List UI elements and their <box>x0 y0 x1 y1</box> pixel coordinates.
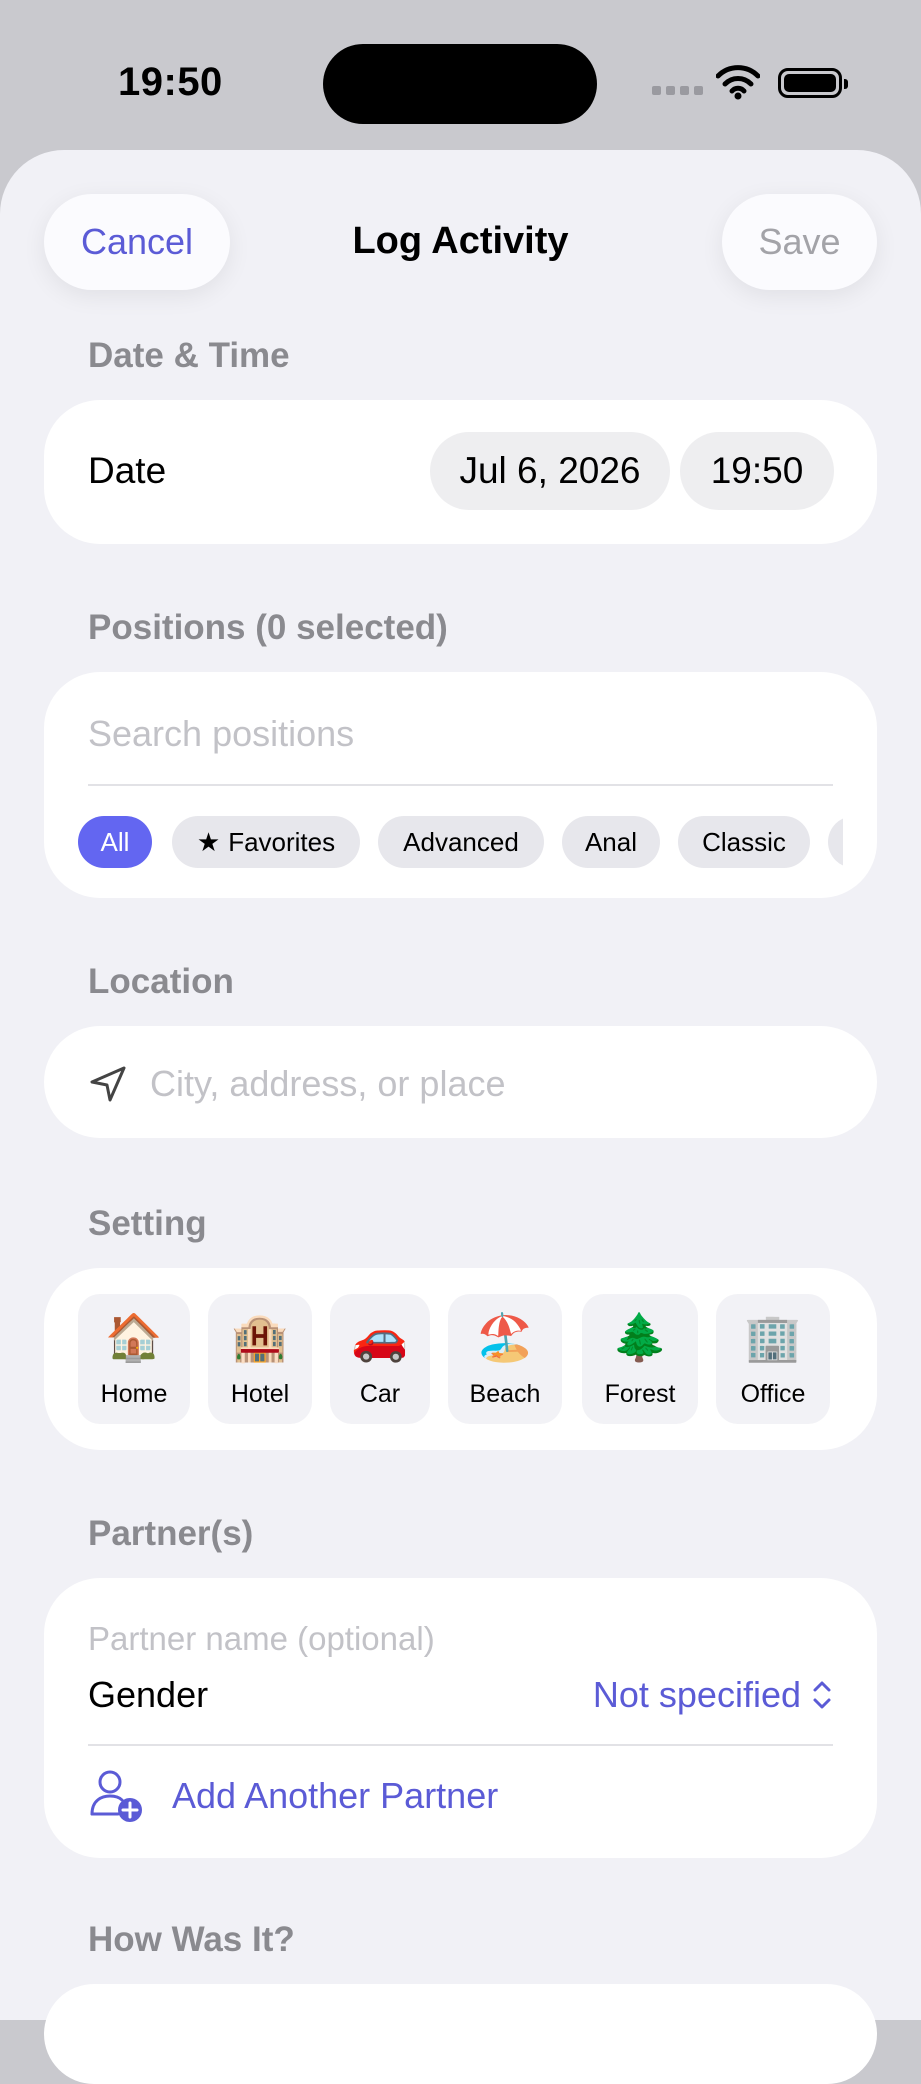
gender-value: Not specified <box>592 1674 801 1715</box>
partner-name-input[interactable] <box>88 1614 828 1664</box>
gender-label: Gender <box>88 1674 209 1715</box>
location-arrow-icon <box>90 1066 126 1102</box>
section-header-location: Location <box>88 962 234 1001</box>
setting-label: Office <box>740 1380 806 1408</box>
divider <box>88 1744 833 1746</box>
house-icon: 🏠 <box>105 1311 163 1363</box>
chevron-up-down-icon <box>813 1681 831 1709</box>
setting-forest[interactable]: 🌲 Forest <box>582 1294 698 1424</box>
section-header-partners: Partner(s) <box>88 1514 254 1553</box>
cellular-signal-icon <box>652 86 703 95</box>
setting-label: Beach <box>469 1380 541 1408</box>
date-label: Date <box>88 450 167 491</box>
chip-favorites-label: Favorites <box>228 826 336 857</box>
chip-more[interactable] <box>828 816 843 868</box>
location-card <box>44 1026 877 1138</box>
setting-hotel[interactable]: 🏨 Hotel <box>208 1294 312 1424</box>
setting-beach[interactable]: 🏖️ Beach <box>448 1294 562 1424</box>
setting-car[interactable]: 🚗 Car <box>330 1294 430 1424</box>
setting-office[interactable]: 🏢 Office <box>716 1294 830 1424</box>
time-picker-button[interactable]: 19:50 <box>680 432 834 510</box>
chip-classic[interactable]: Classic <box>678 816 810 868</box>
star-icon: ★ <box>196 826 221 857</box>
chip-anal[interactable]: Anal <box>562 816 660 868</box>
search-positions-input[interactable] <box>88 704 833 764</box>
dynamic-island <box>323 44 597 124</box>
setting-label: Forest <box>604 1380 676 1408</box>
status-bar: 19:50 <box>0 0 921 150</box>
log-activity-sheet: Cancel Log Activity Save Date & Time Dat… <box>0 150 921 2084</box>
beach-umbrella-icon: 🏖️ <box>476 1311 534 1363</box>
setting-home[interactable]: 🏠 Home <box>78 1294 190 1424</box>
chip-favorites[interactable]: ★ Favorites <box>172 816 360 868</box>
gender-picker[interactable]: Not specified <box>593 1674 833 1716</box>
section-header-positions: Positions (0 selected) <box>88 608 448 647</box>
setting-label: Home <box>100 1380 168 1408</box>
date-picker-button[interactable]: Jul 6, 2026 <box>430 432 670 510</box>
wifi-icon <box>716 65 760 100</box>
section-header-how-was-it: How Was It? <box>88 1920 295 1959</box>
date-time-card: Date Jul 6, 2026 19:50 <box>44 400 877 544</box>
chip-all[interactable]: All <box>78 816 152 868</box>
positions-card: All ★Favorites Advanced Anal Classic <box>44 672 877 898</box>
add-person-icon <box>90 1770 142 1822</box>
setting-label: Car <box>359 1380 401 1408</box>
rating-card <box>44 1984 877 2084</box>
setting-label: Hotel <box>230 1380 290 1408</box>
add-partner-button[interactable]: Add Another Partner <box>88 1768 498 1824</box>
section-header-setting: Setting <box>88 1204 207 1243</box>
section-header-date-time: Date & Time <box>88 336 290 375</box>
save-button[interactable]: Save <box>722 194 877 290</box>
office-building-icon: 🏢 <box>744 1311 802 1363</box>
car-icon: 🚗 <box>351 1311 409 1363</box>
battery-icon <box>778 68 848 98</box>
partners-card: Gender Not specified Add Another Partner <box>44 1578 877 1858</box>
chip-advanced[interactable]: Advanced <box>378 816 544 868</box>
add-partner-label: Add Another Partner <box>172 1775 499 1816</box>
divider <box>88 784 833 786</box>
hotel-icon: 🏨 <box>231 1311 289 1363</box>
status-time: 19:50 <box>118 60 223 104</box>
category-chips: All ★ Favorites Advanced Anal Classic <box>78 816 843 870</box>
evergreen-tree-icon: 🌲 <box>611 1311 669 1363</box>
setting-card: 🏠 Home 🏨 Hotel 🚗 Car 🏖️ Beach 🌲 Forest 🏢… <box>44 1268 877 1450</box>
location-input[interactable] <box>150 1054 830 1114</box>
